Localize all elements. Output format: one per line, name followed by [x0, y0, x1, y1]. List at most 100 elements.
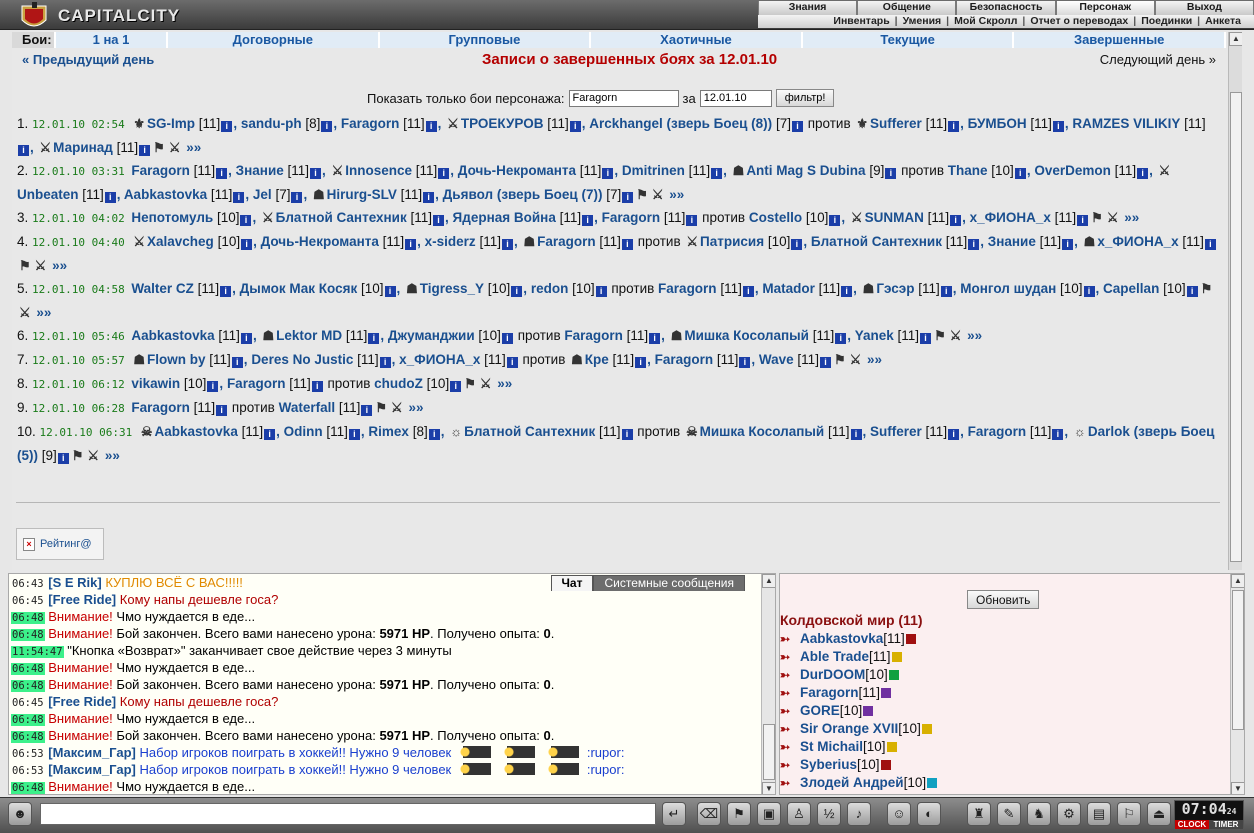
info-icon[interactable]: i — [511, 286, 523, 297]
prev-day-link[interactable]: « Предыдущий день — [22, 52, 154, 67]
player-name[interactable]: Faragorn — [968, 424, 1027, 439]
player-name[interactable]: Aabkastovka — [155, 424, 238, 439]
player-name[interactable]: Дьявол (зверь Боец (7)) — [443, 187, 603, 202]
user-name[interactable]: Sir Orange XVII — [800, 721, 898, 736]
player-name[interactable]: Монгол шудан — [960, 281, 1056, 296]
timer-label[interactable]: TIMER — [1209, 820, 1243, 829]
next-day-link[interactable]: Следующий день » — [1100, 52, 1216, 67]
info-icon[interactable]: i — [104, 192, 116, 203]
info-icon[interactable]: i — [311, 381, 323, 392]
info-icon[interactable]: i — [291, 192, 303, 203]
info-icon[interactable]: i — [221, 121, 233, 132]
clock-label[interactable]: CLOCK — [1175, 820, 1209, 829]
player-name[interactable]: Блатной Сантехник — [276, 210, 407, 225]
chat-scrollbar[interactable]: ▲ ▼ — [761, 574, 775, 794]
player-name[interactable]: Мишка Косолапый — [700, 424, 825, 439]
info-icon[interactable]: i — [885, 168, 897, 179]
info-icon[interactable]: i — [742, 286, 754, 297]
tab-haotichnye[interactable]: Хаотичные — [591, 32, 803, 48]
info-icon[interactable]: i — [1186, 286, 1198, 297]
private-message-arrow-icon[interactable]: ➳ — [780, 666, 800, 684]
info-icon[interactable]: i — [450, 381, 462, 392]
tab-dogovornye[interactable]: Договорные — [168, 32, 380, 48]
player-name[interactable]: redon — [531, 281, 569, 296]
info-icon[interactable]: i — [428, 429, 440, 440]
main-scrollbar[interactable]: ▲ — [1228, 32, 1242, 570]
chat-author[interactable]: [Максим_Гар] — [48, 745, 136, 760]
info-icon[interactable]: i — [368, 333, 380, 344]
player-name[interactable]: Deres No Justic — [251, 352, 353, 367]
info-icon[interactable]: i — [1204, 239, 1216, 250]
helmet-icon[interactable]: ◐ — [917, 802, 941, 826]
info-icon[interactable]: i — [850, 429, 862, 440]
player-name[interactable]: Дочь-Некроманта — [261, 234, 379, 249]
menu-vyhod[interactable]: Выход — [1154, 1, 1254, 15]
info-icon[interactable]: i — [950, 215, 962, 226]
private-message-arrow-icon[interactable]: ➳ — [780, 630, 800, 648]
player-name[interactable]: SG-Imp — [147, 116, 195, 131]
player-name[interactable]: OverDemon — [1034, 163, 1111, 178]
user-name[interactable]: Syberius — [800, 757, 857, 772]
eraser-icon[interactable]: ⌫ — [697, 802, 721, 826]
info-icon[interactable]: i — [621, 239, 633, 250]
info-icon[interactable]: i — [622, 192, 634, 203]
battle-details-link[interactable]: »» — [666, 187, 684, 202]
player-name[interactable]: Walter CZ — [131, 281, 194, 296]
player-name[interactable]: Джуманджии — [388, 328, 475, 343]
player-name[interactable]: Faragorn — [131, 400, 190, 415]
player-name[interactable]: Arckhangel (зверь Боец (8)) — [589, 116, 772, 131]
player-name[interactable]: Мишка Косолапый — [684, 328, 809, 343]
tab-tekushchie[interactable]: Текущие — [802, 32, 1015, 48]
private-message-arrow-icon[interactable]: ➳ — [780, 774, 800, 792]
info-icon[interactable]: i — [216, 405, 228, 416]
info-icon[interactable]: i — [220, 286, 232, 297]
chat-author[interactable]: [Free Ride] — [48, 592, 116, 607]
scroll-down-arrow-icon[interactable]: ▼ — [1231, 782, 1244, 794]
info-icon[interactable] — [888, 670, 899, 680]
info-icon[interactable]: i — [348, 429, 360, 440]
chat-message-input[interactable] — [40, 803, 656, 825]
info-icon[interactable]: i — [1077, 215, 1089, 226]
tab-1na1[interactable]: 1 на 1 — [56, 32, 168, 48]
battle-details-link[interactable]: »» — [182, 140, 201, 155]
info-icon[interactable]: i — [948, 429, 960, 440]
info-icon[interactable]: i — [621, 429, 633, 440]
player-name[interactable]: Thane — [948, 163, 988, 178]
info-icon[interactable]: i — [384, 286, 396, 297]
battle-details-link[interactable]: »» — [48, 258, 67, 273]
send-icon[interactable]: ↵ — [662, 802, 686, 826]
player-name[interactable]: Блатной Сантехник — [811, 234, 942, 249]
menu-anketa[interactable]: Анкета — [1200, 15, 1246, 28]
gear-icon[interactable]: ⚙ — [1057, 802, 1081, 826]
filter-button[interactable]: фильтр! — [775, 89, 835, 107]
menu-bezopasnost[interactable]: Безопасность — [956, 1, 1056, 15]
private-message-arrow-icon[interactable]: ➳ — [780, 720, 800, 738]
info-icon[interactable]: i — [968, 239, 980, 250]
scroll-thumb[interactable] — [763, 724, 775, 780]
info-icon[interactable]: i — [241, 239, 253, 250]
scroll-up-arrow-icon[interactable]: ▲ — [1231, 574, 1244, 588]
info-icon[interactable]: i — [1062, 239, 1074, 250]
info-icon[interactable]: i — [264, 429, 276, 440]
info-icon[interactable]: i — [791, 239, 803, 250]
player-name[interactable]: Innosence — [345, 163, 412, 178]
player-name[interactable]: Anti Mag S Dubina — [746, 163, 865, 178]
user-name[interactable]: GORE — [800, 703, 840, 718]
info-icon[interactable] — [927, 778, 938, 788]
player-name[interactable]: Faragorn — [658, 281, 717, 296]
info-icon[interactable]: i — [18, 145, 29, 156]
info-icon[interactable]: i — [240, 333, 252, 344]
player-name[interactable]: x_ФИОНА_x — [1097, 234, 1178, 249]
player-name[interactable]: Xalavcheg — [147, 234, 214, 249]
bag-icon[interactable]: ♜ — [967, 802, 991, 826]
rating-banner[interactable]: × Рейтинг@ — [16, 528, 104, 560]
info-icon[interactable]: i — [1014, 168, 1026, 179]
battle-details-link[interactable]: »» — [863, 352, 882, 367]
info-icon[interactable]: i — [233, 192, 245, 203]
info-icon[interactable]: i — [405, 239, 417, 250]
info-icon[interactable]: i — [1052, 121, 1064, 132]
filter-name-input[interactable] — [568, 89, 679, 107]
player-name[interactable]: Wave — [759, 352, 794, 367]
menu-obshchenie[interactable]: Общение — [857, 1, 957, 15]
player-name[interactable]: Знание — [988, 234, 1036, 249]
